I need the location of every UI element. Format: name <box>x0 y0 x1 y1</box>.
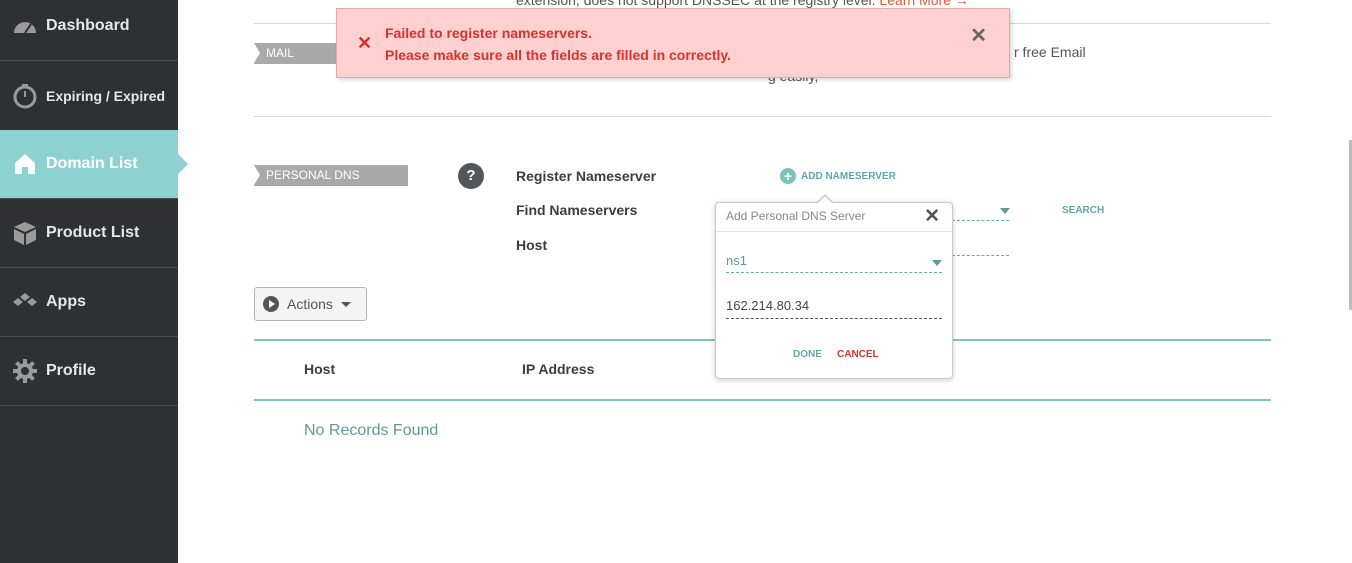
sidebar-item-label: Profile <box>46 362 96 379</box>
popup-title: Add Personal DNS Server <box>726 209 866 223</box>
cancel-button[interactable]: CANCEL <box>837 349 879 360</box>
gear-icon <box>12 358 38 384</box>
ip-address-input[interactable]: 162.214.80.34 <box>726 298 942 319</box>
sidebar: Dashboard Expiring / Expired Domain List… <box>0 0 188 563</box>
sidebar-item-label: Apps <box>46 293 86 310</box>
timer-icon <box>12 83 38 109</box>
divider <box>254 116 1271 117</box>
sidebar-item-label: Dashboard <box>46 17 130 34</box>
error-icon: ✕ <box>357 33 373 53</box>
learn-more-link[interactable]: Learn More → <box>879 0 968 8</box>
column-header-host: Host <box>304 361 336 377</box>
home-icon <box>12 151 38 177</box>
nameserver-select-value: ns1 <box>726 253 747 268</box>
mail-settings-tag: MAIL SETTINGS <box>254 43 344 81</box>
add-nameserver-button[interactable]: + ADD NAMESERVER <box>780 168 896 184</box>
sidebar-item-expiring[interactable]: Expiring / Expired <box>0 62 178 131</box>
add-dns-server-popup: Add Personal DNS Server ✕ ns1 162.214.80… <box>715 194 953 379</box>
sidebar-item-label: Expiring / Expired <box>46 88 166 104</box>
dnssec-text: extension, does not support DNSSEC at th… <box>516 0 876 8</box>
alert-message-line2: Please make sure all the fields are fill… <box>385 47 732 63</box>
play-icon <box>263 296 279 312</box>
add-nameserver-label: ADD NAMESERVER <box>801 170 896 182</box>
box-icon <box>12 220 38 246</box>
close-icon[interactable]: ✕ <box>924 205 940 228</box>
sidebar-item-dashboard[interactable]: Dashboard <box>0 0 178 61</box>
chevron-down-icon <box>340 301 351 307</box>
close-icon[interactable]: ✕ <box>970 23 987 48</box>
find-nameservers-label: Find Nameservers <box>516 202 638 218</box>
register-nameserver-label: Register Nameserver <box>516 168 657 184</box>
column-header-ip: IP Address <box>522 361 595 377</box>
alert-message-line1: Failed to register nameservers. <box>385 25 592 41</box>
actions-label: Actions <box>287 296 333 312</box>
find-nameservers-select[interactable] <box>952 220 1009 221</box>
sidebar-item-product-list[interactable]: Product List <box>0 199 178 268</box>
personal-dns-tag: PERSONAL DNS SERVER <box>254 165 408 203</box>
divider <box>716 231 952 232</box>
sidebar-item-domain-list[interactable]: Domain List <box>0 130 188 199</box>
apps-icon <box>12 289 38 315</box>
host-label: Host <box>516 237 548 253</box>
error-alert: ✕ Failed to register nameservers. Please… <box>336 8 1010 78</box>
actions-button[interactable]: Actions <box>254 287 367 321</box>
mail-note: r free Email <box>1014 44 1086 60</box>
done-button[interactable]: DONE <box>793 349 822 360</box>
nameserver-select[interactable]: ns1 <box>726 253 942 273</box>
sidebar-item-profile[interactable]: Profile <box>0 337 178 406</box>
table-header-border <box>254 399 1271 401</box>
dnssec-note: extension, does not support DNSSEC at th… <box>516 0 969 8</box>
search-button[interactable]: SEARCH <box>1062 205 1104 216</box>
sidebar-item-label: Product List <box>46 224 140 241</box>
chevron-down-icon <box>932 260 942 266</box>
host-input[interactable] <box>952 255 1009 256</box>
sidebar-item-apps[interactable]: Apps <box>0 268 178 337</box>
help-icon[interactable]: ? <box>458 163 484 189</box>
plus-icon: + <box>780 168 796 184</box>
empty-state-text: No Records Found <box>304 422 439 439</box>
speedometer-icon <box>12 13 38 39</box>
chevron-down-icon[interactable] <box>1000 208 1010 214</box>
sidebar-item-label: Domain List <box>46 155 138 172</box>
